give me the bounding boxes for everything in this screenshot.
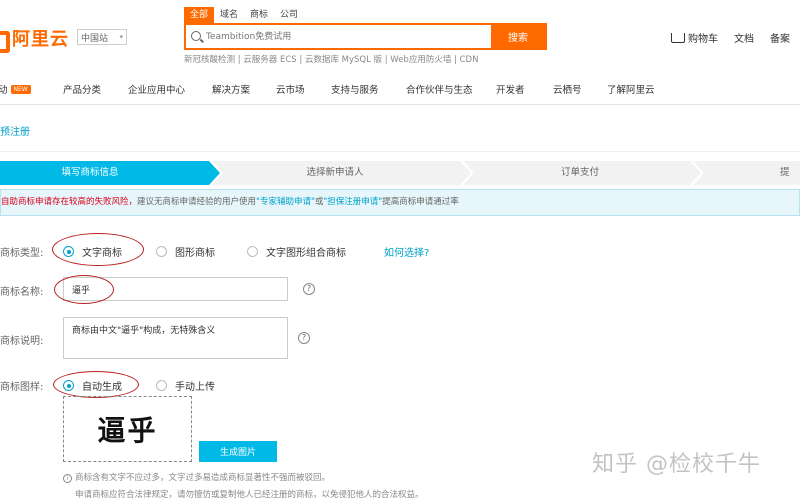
nav-item-enterprise[interactable]: 企业应用中心	[128, 82, 185, 96]
search-box: 搜索	[184, 23, 547, 50]
chevron-down-icon: ▾	[119, 33, 123, 41]
search-input[interactable]	[186, 25, 491, 48]
search-tab-trademark[interactable]: 商标	[244, 7, 274, 23]
zhihu-watermark: 知乎 @检校千牛	[592, 452, 761, 477]
nav-item-activity-label: 动	[0, 85, 8, 96]
name-label: 商标名称:	[0, 287, 44, 298]
page-title: 预注册	[0, 127, 30, 138]
step-4: 提	[780, 167, 790, 178]
nav-item-support[interactable]: 支持与服务	[331, 82, 379, 96]
nav-item-about[interactable]: 了解阿里云	[607, 82, 655, 96]
site-select-value: 中国站	[81, 33, 109, 44]
notice-advice: 建议无商标申请经验的用户使用	[137, 197, 257, 207]
title-divider	[0, 151, 800, 152]
search-tab-domain[interactable]: 域名	[214, 7, 244, 23]
hot-links[interactable]: 新冠核酸检测 | 云服务器 ECS | 云数据库 MySQL 版 | Web应用…	[184, 53, 478, 65]
notice-end: 提高商标申请通过率	[382, 197, 459, 207]
question-icon[interactable]: ?	[303, 283, 315, 295]
logo-text: 阿里云	[12, 29, 69, 50]
style-option-upload[interactable]: 手动上传	[156, 378, 215, 393]
nav-item-yunqi[interactable]: 云栖号	[553, 82, 582, 96]
tip-text-length: i 商标含有文字不应过多，文字过多易造成商标显著性不强而被驳回。	[63, 471, 330, 483]
risk-notice: 自助商标申请存在较高的失败风险，建议无商标申请经验的用户使用"专家辅助申请"或"…	[0, 189, 800, 216]
notice-warning: 自助商标申请存在较高的失败风险，	[1, 197, 138, 207]
type-label: 商标类型:	[0, 248, 44, 259]
annotation-circle	[53, 371, 139, 398]
header-right: 购物车 文档 备案	[671, 30, 790, 45]
question-icon[interactable]: ?	[298, 332, 310, 344]
aliyun-logo-icon	[0, 30, 10, 53]
desc-textarea[interactable]: 商标由中文"逼乎"构成，无特殊含义	[63, 317, 288, 359]
style-label: 商标图样:	[0, 382, 44, 393]
generate-image-button[interactable]: 生成图片	[199, 441, 277, 462]
how-to-choose-link[interactable]: 如何选择?	[384, 244, 429, 259]
type-option-graphic[interactable]: 图形商标	[156, 244, 215, 259]
nav-item-partners[interactable]: 合作伙伴与生态	[406, 82, 473, 96]
expert-assist-link[interactable]: "专家辅助申请"	[256, 197, 315, 207]
radio-icon	[247, 246, 258, 257]
step-1: 填写商标信息	[61, 167, 119, 178]
nav-item-activity[interactable]: 动 NEW	[0, 82, 31, 96]
type-option-combined-label: 文字图形组合商标	[266, 248, 346, 259]
search-tab-company[interactable]: 公司	[274, 7, 304, 23]
nav-item-market[interactable]: 云市场	[276, 82, 305, 96]
aliyun-logo[interactable]: 阿里云	[0, 27, 69, 53]
nav-divider	[0, 104, 800, 105]
cart-link[interactable]: 购物车	[671, 30, 718, 45]
progress-steps: 填写商标信息 选择新申请人 订单支付 提	[0, 161, 800, 185]
cart-label: 购物车	[688, 34, 718, 45]
step-3: 订单支付	[560, 167, 599, 178]
step-2: 选择新申请人	[306, 167, 364, 178]
type-option-combined[interactable]: 文字图形组合商标	[247, 244, 346, 259]
new-badge: NEW	[10, 85, 31, 94]
style-option-upload-label: 手动上传	[175, 382, 215, 393]
filing-link[interactable]: 备案	[770, 30, 790, 45]
search-tabs: 全部 域名 商标 公司	[184, 7, 304, 23]
trademark-preview: 逼乎	[63, 396, 192, 462]
tip-legal: 申请商标应符合法律规定，请勿擅仿或复制他人已经注册的商标，以免侵犯他人的合法权益…	[75, 490, 424, 500]
nav-item-products[interactable]: 产品分类	[63, 82, 101, 96]
radio-icon	[156, 380, 167, 391]
docs-link[interactable]: 文档	[734, 30, 754, 45]
search-tab-all[interactable]: 全部	[184, 7, 215, 23]
search-icon	[191, 31, 201, 41]
annotation-circle	[52, 233, 144, 266]
nav-item-developers[interactable]: 开发者	[496, 82, 525, 96]
guarantee-link[interactable]: "担保注册申请"	[323, 197, 382, 207]
type-option-graphic-label: 图形商标	[175, 248, 215, 259]
radio-icon	[156, 246, 167, 257]
cart-icon	[671, 33, 685, 43]
search-button[interactable]: 搜索	[491, 25, 545, 48]
info-icon: i	[63, 474, 72, 483]
tip-1: 商标含有文字不应过多，文字过多易造成商标显著性不强而被驳回。	[75, 473, 331, 483]
desc-label: 商标说明:	[0, 336, 44, 347]
nav-item-solutions[interactable]: 解决方案	[212, 82, 250, 96]
annotation-circle	[54, 275, 114, 304]
site-select[interactable]: 中国站 ▾	[77, 29, 127, 45]
